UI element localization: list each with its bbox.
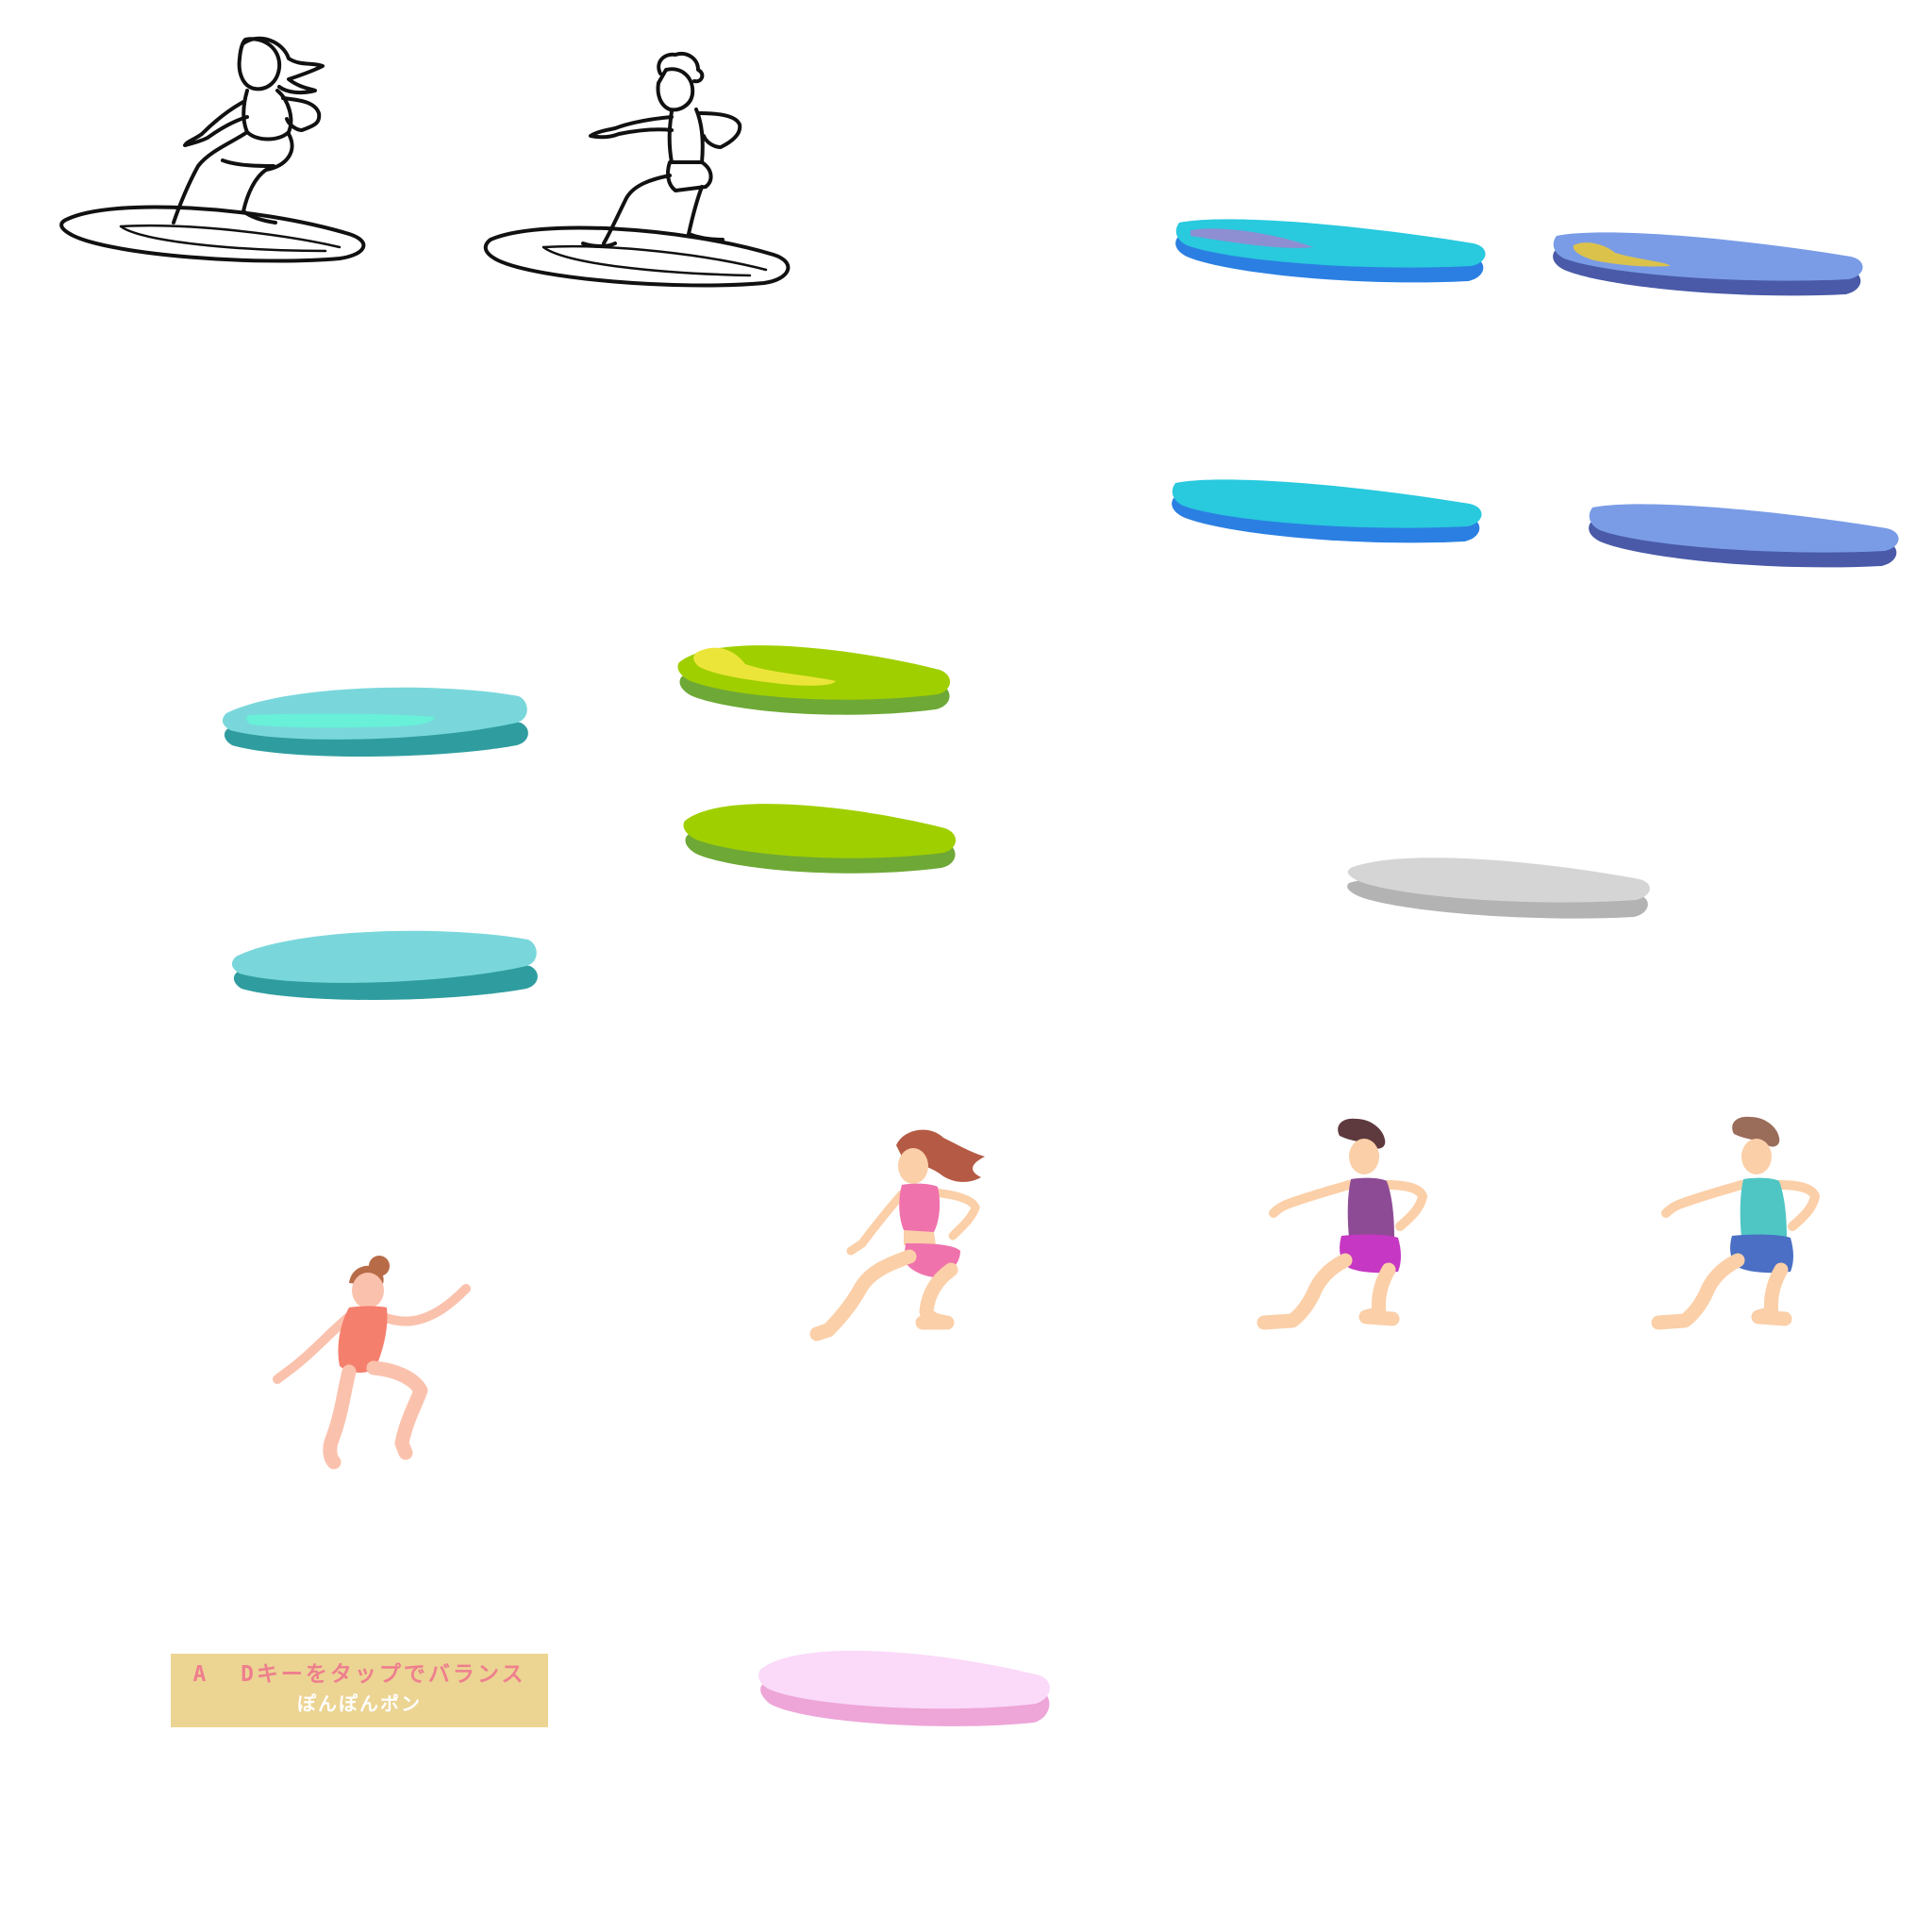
outline-girl-head <box>237 37 282 92</box>
outline-boy-head <box>656 67 695 112</box>
board-teal-striped <box>222 687 528 757</box>
sprite-sheet <box>59 36 1899 1726</box>
outline-board <box>483 225 791 288</box>
arm-right <box>378 1284 471 1326</box>
arm-left <box>1661 1180 1746 1218</box>
board-periwinkle-plain <box>1589 504 1899 568</box>
control-hint-banner: A Dキーをタップでバランス ぽんぽんポン <box>171 1654 548 1727</box>
outline-surfer-girl-sprite <box>59 36 366 263</box>
board-pink-plain <box>758 1650 1050 1726</box>
character-girl-pink-bikini <box>809 1129 985 1341</box>
legs <box>323 1360 428 1470</box>
outline-girl-hair <box>242 36 325 95</box>
outline-boy-hair <box>657 52 705 84</box>
arm-left <box>1269 1180 1354 1218</box>
outline-boy-arm-right <box>698 111 742 149</box>
purple-tank-top <box>1347 1177 1394 1241</box>
board-gray-plain <box>1347 858 1650 919</box>
head <box>1349 1139 1379 1174</box>
board-periwinkle-striped <box>1553 232 1863 296</box>
board-lime-plain <box>683 804 957 874</box>
arm-left <box>846 1190 907 1256</box>
character-man-purple-tank <box>1257 1118 1428 1330</box>
board-cyan-striped <box>1175 219 1486 283</box>
board-lime-striped <box>677 645 951 715</box>
head <box>1741 1139 1772 1174</box>
control-hint-subtext: ぽんぽんポン <box>297 1692 422 1715</box>
teal-tank-top <box>1740 1177 1787 1241</box>
outline-boy-arm-left <box>589 115 674 140</box>
head <box>352 1273 384 1308</box>
board-cyan-plain <box>1172 479 1482 543</box>
board-teal-plain <box>231 930 538 1000</box>
head <box>898 1148 928 1184</box>
outline-boy-torso <box>667 108 705 164</box>
outline-board <box>59 205 366 263</box>
character-child-coral-swimsuit <box>273 1256 471 1470</box>
outline-boy-shorts <box>666 160 713 192</box>
arm-right <box>929 1188 980 1241</box>
control-hint-text: A Dキーをタップでバランス <box>192 1662 526 1687</box>
outline-surfer-boy-sprite <box>483 52 791 288</box>
pink-bikini-top <box>899 1183 941 1234</box>
torso-skin <box>904 1230 936 1245</box>
character-man-teal-tank <box>1651 1116 1821 1330</box>
